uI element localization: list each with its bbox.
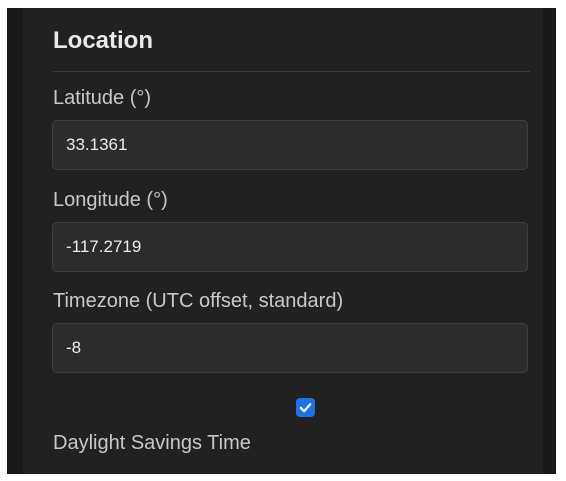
daylight-savings-checkbox[interactable] xyxy=(296,398,315,417)
latitude-label: Latitude (°) xyxy=(53,87,152,109)
section-title: Location xyxy=(53,27,153,54)
longitude-input[interactable] xyxy=(52,222,528,272)
longitude-label: Longitude (°) xyxy=(53,189,168,211)
checkmark-icon xyxy=(299,403,312,413)
location-panel: Location Latitude (°) Longitude (°) Time… xyxy=(23,8,543,474)
timezone-input[interactable] xyxy=(52,323,528,373)
latitude-input[interactable] xyxy=(52,120,528,170)
daylight-savings-label: Daylight Savings Time xyxy=(53,432,251,454)
timezone-label: Timezone (UTC offset, standard) xyxy=(53,290,344,312)
section-divider xyxy=(53,71,530,72)
settings-frame: Location Latitude (°) Longitude (°) Time… xyxy=(7,8,556,474)
